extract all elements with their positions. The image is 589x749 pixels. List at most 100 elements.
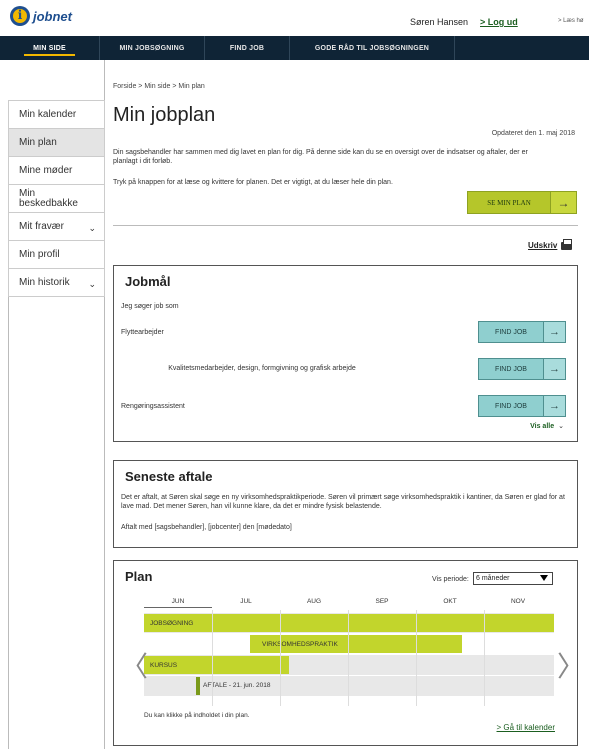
show-all-link[interactable]: Vis alle ⌄	[530, 422, 564, 430]
find-job-button[interactable]: FIND JOB →	[478, 321, 566, 343]
timeline-row: VIRKSOMHEDSPRAKTIK	[144, 634, 554, 654]
chevron-left-icon[interactable]: 〈	[120, 645, 148, 685]
plan-bar-virksomhedspraktik[interactable]: VIRKSOMHEDSPRAKTIK	[250, 635, 462, 653]
plan-bar-kursus[interactable]: KURSUS	[144, 656, 289, 674]
tab-label: GODE RÅD TIL JOBSØGNINGEN	[314, 44, 430, 52]
arrow-right-icon: →	[543, 396, 565, 416]
sidebar-item-label: Min kalender	[19, 109, 77, 120]
timeline-row: AFTALE - 21. jun. 2018	[144, 676, 554, 696]
timeline-row: KURSUS	[144, 655, 554, 675]
user-name: Søren Hansen	[410, 17, 469, 27]
page-title: Min jobplan	[113, 104, 216, 126]
plan-panel: Plan Vis periode: 6 måneder JUN JUL AUG …	[113, 560, 585, 746]
grid-line	[416, 610, 417, 706]
see-plan-label: SE MIN PLAN	[468, 192, 550, 213]
grid-line	[484, 610, 485, 706]
month-label: JUN	[144, 598, 212, 608]
appointment-text: Det er aftalt, at Søren skal søge en ny …	[121, 494, 565, 510]
sidebar-item-profil[interactable]: Min profil	[9, 241, 104, 269]
calendar-link[interactable]: > Gå til kalender	[497, 723, 555, 732]
job-goals-subtitle: Jeg søger job som	[121, 303, 179, 310]
grid-line	[280, 610, 281, 706]
latest-appointment-panel: Seneste aftale Det er aftalt, at Søren s…	[113, 460, 578, 548]
tab-min-jobsoegning[interactable]: MIN JOBSØGNING	[100, 36, 205, 60]
tab-label: MIN SIDE	[33, 44, 66, 52]
appointment-label: AFTALE - 21. jun. 2018	[203, 682, 271, 689]
dropdown-arrow-icon	[540, 575, 548, 581]
sidebar-item-beskedbakke[interactable]: Min beskedbakke	[9, 185, 104, 213]
sidebar-item-kalender[interactable]: Min kalender	[9, 101, 104, 129]
appointment-marker[interactable]	[196, 677, 200, 695]
appointment-title: Seneste aftale	[125, 469, 213, 484]
job-goals-title: Jobmål	[125, 274, 171, 289]
section-divider	[113, 225, 578, 226]
printer-icon	[561, 238, 573, 250]
arrow-right-icon: →	[543, 359, 565, 379]
period-select[interactable]: 6 måneder	[473, 572, 553, 585]
period-value: 6 måneder	[476, 575, 510, 582]
bar-label: VIRKSOMHEDSPRAKTIK	[262, 640, 338, 648]
updated-date: Opdateret den 1. maj 2018	[491, 130, 575, 137]
print-label: Udskriv	[528, 241, 558, 250]
tab-gode-raad[interactable]: GODE RÅD TIL JOBSØGNINGEN	[290, 36, 455, 60]
print-button[interactable]: Udskriv	[528, 238, 573, 250]
month-label: NOV	[510, 598, 526, 605]
intro-instruction: Tryk på knappen for at læse og kvittere …	[113, 179, 393, 186]
find-job-button[interactable]: FIND JOB →	[478, 395, 566, 417]
logout-link[interactable]: > Log ud	[480, 17, 518, 27]
job-label: Flyttearbejder	[121, 329, 164, 336]
breadcrumb[interactable]: Forside > Min side > Min plan	[113, 83, 205, 90]
tab-label: FIND JOB	[229, 44, 265, 52]
logo-icon	[10, 6, 30, 26]
read-aloud-link[interactable]: > Læs hø	[558, 18, 584, 24]
sidebar-item-plan[interactable]: Min plan	[9, 129, 104, 157]
job-label: Rengøringsassistent	[121, 403, 185, 410]
top-bar: jobnet Søren Hansen > Log ud > Læs hø	[0, 0, 589, 36]
appointment-meta: Aftalt med [sagsbehandler], [jobcenter] …	[121, 524, 292, 531]
sidebar-item-label: Min historik	[19, 277, 70, 288]
plan-timeline: JUN JUL AUG SEP OKT NOV JOBSØGNING VIRKS…	[144, 598, 554, 706]
intro-text: Din sagsbehandler har sammen med dig lav…	[113, 149, 528, 165]
side-nav: Min kalender Min plan Mine møder Min bes…	[8, 100, 105, 297]
sidebar-item-label: Min profil	[19, 249, 60, 260]
active-tab-indicator	[24, 54, 75, 56]
sidebar-item-moeder[interactable]: Mine møder	[9, 157, 104, 185]
chevron-down-icon: ⌄	[558, 423, 564, 430]
grid-line	[212, 610, 213, 706]
jobnet-logo[interactable]: jobnet	[10, 6, 72, 26]
chevron-down-icon: ⌄	[88, 223, 96, 233]
job-label: Kvalitetsmedarbejder, design, formgivnin…	[168, 365, 356, 372]
timeline-row: JOBSØGNING	[144, 613, 554, 633]
tab-find-job[interactable]: FIND JOB	[205, 36, 290, 60]
chevron-right-icon[interactable]: 〉	[557, 645, 585, 685]
sidebar-item-historik[interactable]: Min historik ⌄	[9, 269, 104, 297]
main-nav: MIN SIDE MIN JOBSØGNING FIND JOB GODE RÅ…	[0, 36, 589, 60]
see-plan-button[interactable]: SE MIN PLAN →	[467, 191, 577, 214]
find-job-button[interactable]: FIND JOB →	[478, 358, 566, 380]
month-label: OKT	[443, 598, 457, 605]
arrow-right-icon: →	[543, 322, 565, 342]
month-label: JUL	[240, 598, 252, 605]
plan-title: Plan	[125, 569, 153, 584]
sidebar-border	[8, 295, 9, 749]
show-all-label: Vis alle	[530, 423, 555, 430]
grid-line	[348, 610, 349, 706]
sidebar-item-label: Min plan	[19, 137, 57, 148]
job-goals-panel: Jobmål Jeg søger job som Flyttearbejder …	[113, 265, 578, 442]
find-job-label: FIND JOB	[479, 322, 543, 342]
tab-label: MIN JOBSØGNING	[119, 44, 185, 52]
find-job-label: FIND JOB	[479, 396, 543, 416]
period-label: Vis periode:	[432, 576, 469, 583]
plan-note: Du kan klikke på indholdet i din plan.	[144, 712, 250, 719]
find-job-label: FIND JOB	[479, 359, 543, 379]
tab-min-side[interactable]: MIN SIDE	[0, 36, 100, 60]
sidebar-item-label: Min beskedbakke	[19, 187, 78, 209]
sidebar-item-label: Mit fravær	[19, 221, 64, 232]
arrow-right-icon: →	[550, 192, 576, 213]
plan-bar-jobsoegning[interactable]: JOBSØGNING	[144, 614, 554, 632]
logo-text: jobnet	[33, 8, 72, 24]
sidebar-item-label: Mine møder	[19, 165, 73, 176]
sidebar-item-fravaer[interactable]: Mit fravær ⌄	[9, 213, 104, 241]
month-label: SEP	[375, 598, 389, 605]
month-label: AUG	[306, 598, 322, 605]
